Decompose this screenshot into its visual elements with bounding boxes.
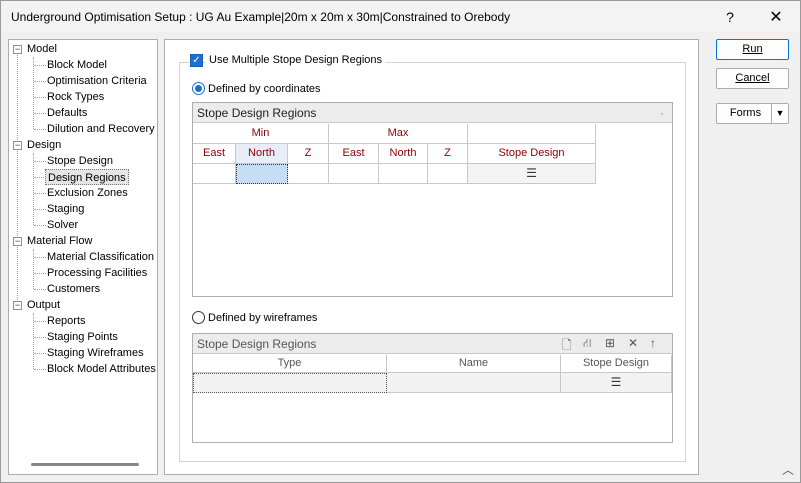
tree-group-material-flow[interactable]: Material Flow <box>27 233 92 249</box>
col-min-east: East <box>193 144 236 164</box>
tree-item-block-model[interactable]: Block Model <box>47 57 107 73</box>
col-max-east: East <box>329 144 379 164</box>
cancel-button-label: Cancel <box>735 72 770 84</box>
use-multiple-regions-label: Use Multiple Stope Design Regions <box>206 54 386 66</box>
help-button[interactable]: ? <box>707 1 753 32</box>
min-group-header: Min <box>193 124 329 144</box>
tree-item-rock-types[interactable]: Rock Types <box>47 89 104 105</box>
stope-design-menu-icon[interactable]: ☰ <box>468 164 596 184</box>
navigation-tree: − Model Block Model Optimisation Criteri… <box>8 39 158 475</box>
title-bar: Underground Optimisation Setup : UG Au E… <box>1 1 800 32</box>
new-file-icon[interactable]: 🗋 <box>562 336 572 357</box>
col-min-north: North <box>236 144 288 164</box>
run-button[interactable]: Run <box>716 39 789 60</box>
tree-connect-icon[interactable]: ⛙ <box>583 336 591 352</box>
cancel-button[interactable]: Cancel <box>716 68 789 89</box>
tree-item-dilution-and-recovery[interactable]: Dilution and Recovery <box>47 121 155 137</box>
coordinates-grid-title-text: Stope Design Regions <box>197 106 317 120</box>
collapse-model-icon[interactable]: − <box>13 45 22 54</box>
tree-item-solver[interactable]: Solver <box>47 217 78 233</box>
run-button-label: Run <box>742 43 763 55</box>
forms-button[interactable]: Forms ▼ <box>716 103 789 124</box>
wire-stope-design-menu-icon[interactable]: ☰ <box>561 373 672 393</box>
max-group-header: Max <box>329 124 468 144</box>
grid-options-icon[interactable]: · <box>660 103 664 123</box>
col-type: Type <box>193 355 387 373</box>
cell-min-z[interactable] <box>288 164 329 184</box>
tree-item-exclusion-zones[interactable]: Exclusion Zones <box>47 185 128 201</box>
tree-group-output[interactable]: Output <box>27 297 60 313</box>
hierarchy-icon[interactable]: ⊞ <box>605 336 615 350</box>
close-button[interactable]: ✕ <box>753 1 799 32</box>
defined-by-wireframes-label: Defined by wireframes <box>208 312 318 324</box>
collapse-material-flow-icon[interactable]: − <box>13 237 22 246</box>
use-multiple-regions-checkbox[interactable]: ✓ <box>190 54 203 67</box>
tree-item-optimisation-criteria[interactable]: Optimisation Criteria <box>47 73 147 89</box>
defined-by-coordinates-radio[interactable] <box>192 82 205 95</box>
col-wire-stope-design: Stope Design <box>561 355 672 373</box>
tree-item-customers[interactable]: Customers <box>47 281 100 297</box>
delete-icon[interactable]: ✕ <box>628 336 638 350</box>
defined-by-coordinates-label: Defined by coordinates <box>208 83 321 95</box>
coordinates-grid-title: Stope Design Regions · <box>193 103 672 123</box>
tree-item-material-classification[interactable]: Material Classification <box>47 249 154 265</box>
cell-max-east[interactable] <box>329 164 379 184</box>
collapse-design-icon[interactable]: − <box>13 141 22 150</box>
tree-item-staging-points[interactable]: Staging Points <box>47 329 118 345</box>
tree-item-processing-facilities[interactable]: Processing Facilities <box>47 265 147 281</box>
cell-max-north[interactable] <box>379 164 428 184</box>
defined-by-wireframes-radio[interactable] <box>192 311 205 324</box>
cell-min-east[interactable] <box>193 164 236 184</box>
tree-item-defaults[interactable]: Defaults <box>47 105 87 121</box>
tree-item-design-regions[interactable]: Design Regions <box>45 169 129 185</box>
col-stope-design: Stope Design <box>468 144 596 164</box>
col-max-z: Z <box>428 144 468 164</box>
tree-item-stope-design[interactable]: Stope Design <box>47 153 113 169</box>
cell-type[interactable] <box>193 373 387 393</box>
col-max-north: North <box>379 144 428 164</box>
tree-item-staging-wireframes[interactable]: Staging Wireframes <box>47 345 144 361</box>
collapse-output-icon[interactable]: − <box>13 301 22 310</box>
wireframes-grid-title: Stope Design Regions <box>193 334 672 354</box>
col-min-z: Z <box>288 144 329 164</box>
tree-item-staging[interactable]: Staging <box>47 201 84 217</box>
tree-group-design[interactable]: Design <box>27 137 61 153</box>
dialog-window: Underground Optimisation Setup : UG Au E… <box>0 0 801 483</box>
tree-item-block-model-attributes[interactable]: Block Model Attributes <box>47 361 156 377</box>
tree-group-model[interactable]: Model <box>27 41 57 57</box>
forms-button-label: Forms <box>729 107 762 119</box>
resize-grip-icon[interactable]: ︿ <box>782 461 794 478</box>
tree-horizontal-scrollbar[interactable] <box>31 463 139 466</box>
cell-min-north[interactable] <box>236 164 288 184</box>
wireframes-grid: Stope Design Regions Type Name Stope Des… <box>192 333 673 443</box>
tree-item-reports[interactable]: Reports <box>47 313 86 329</box>
move-up-icon[interactable]: ↑ <box>650 336 656 350</box>
col-name: Name <box>387 355 561 373</box>
coordinates-grid: Stope Design Regions · Min Max East Nort… <box>192 102 673 297</box>
cell-name[interactable] <box>387 373 561 393</box>
window-title: Underground Optimisation Setup : UG Au E… <box>11 10 511 24</box>
cell-max-z[interactable] <box>428 164 468 184</box>
stope-design-group-spacer <box>468 124 596 144</box>
forms-dropdown-icon[interactable]: ▼ <box>771 104 788 123</box>
